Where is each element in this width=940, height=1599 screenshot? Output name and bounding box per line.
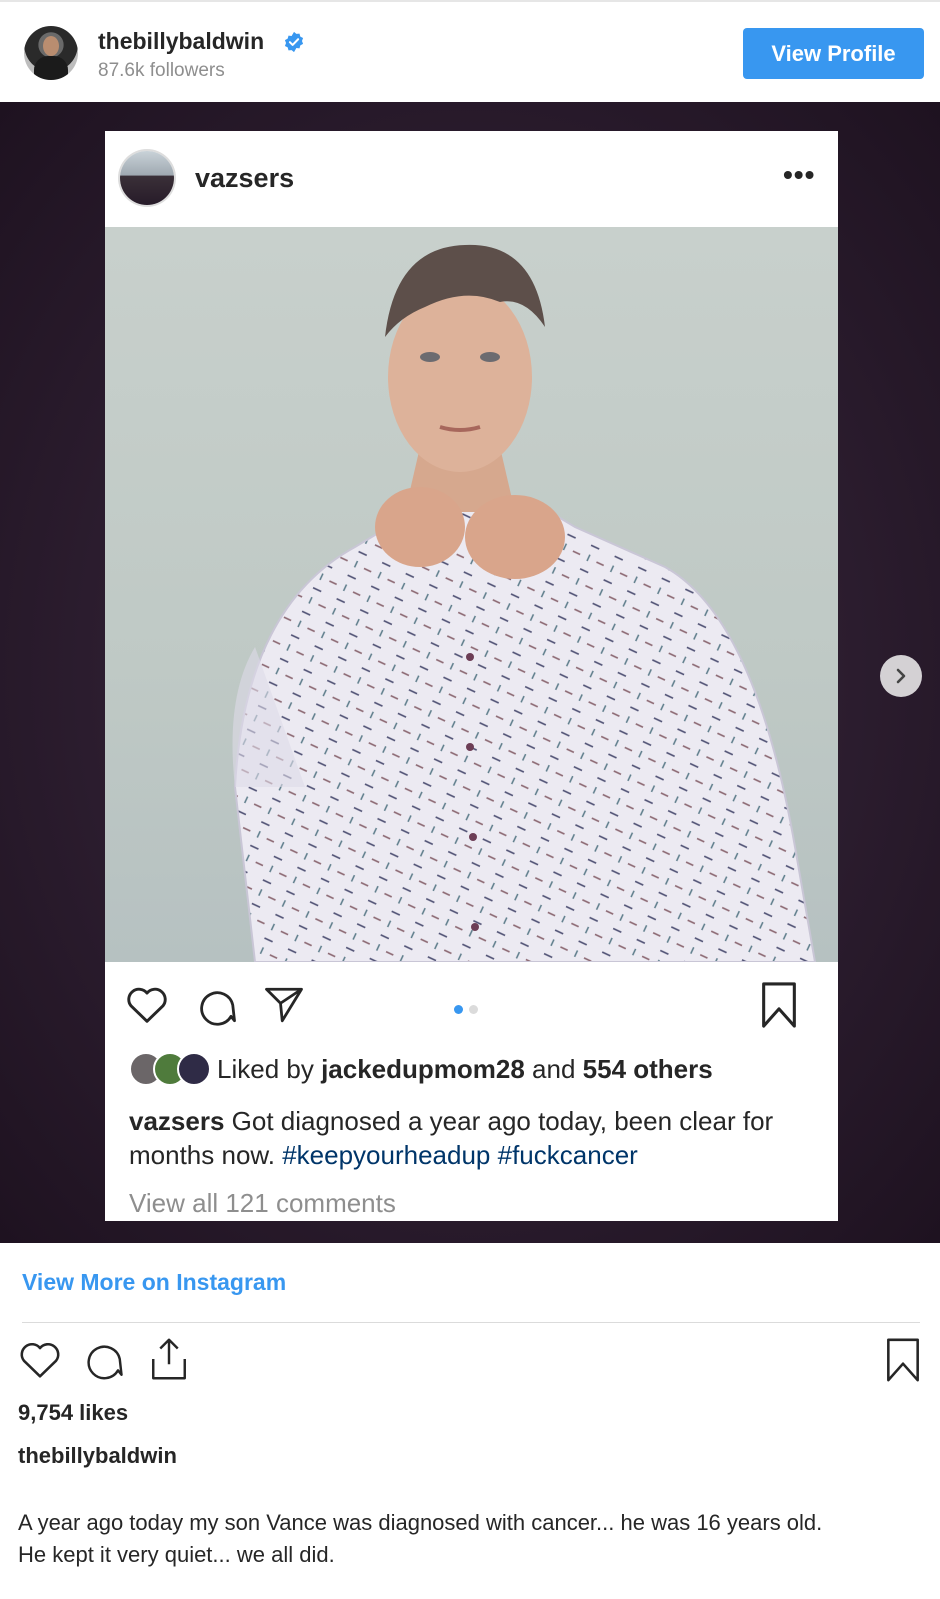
embed-caption: vazsers Got diagnosed a year ago today, … [129, 1104, 819, 1172]
profile-avatar[interactable] [24, 26, 78, 80]
liked-by-text: Liked by jackedupmom28 and 554 others [217, 1054, 713, 1085]
likes-count: 9,754 likes [18, 1400, 129, 1425]
view-profile-button[interactable]: View Profile [743, 28, 924, 79]
avatar-figure [34, 56, 68, 80]
embedded-post-card: vazsers ••• Liked by jackedupmom28 and 5… [105, 131, 838, 1221]
share-upload-icon[interactable] [148, 1336, 190, 1382]
follower-count: 87.6k followers [98, 60, 225, 81]
embed-bookmark-icon[interactable] [759, 982, 799, 1028]
liker-avatar [177, 1052, 211, 1086]
embed-avatar[interactable] [120, 151, 174, 205]
embed-comment-icon[interactable] [195, 984, 239, 1026]
carousel-dot-active [454, 1005, 463, 1014]
embed-like-icon[interactable] [125, 984, 169, 1024]
avatar-face [43, 36, 59, 56]
chevron-right-icon [896, 668, 906, 684]
caption-username[interactable]: vazsers [129, 1106, 224, 1136]
post-photo[interactable] [105, 227, 838, 962]
post-caption: A year ago today my son Vance was diagno… [18, 1507, 898, 1571]
like-icon[interactable] [18, 1339, 62, 1379]
embed-username[interactable]: vazsers [195, 163, 294, 194]
embedded-media: vazsers ••• Liked by jackedupmom28 and 5… [0, 102, 940, 1243]
bookmark-icon[interactable] [884, 1338, 922, 1382]
photo-illustration [232, 244, 817, 962]
embed-share-icon[interactable] [262, 984, 306, 1026]
hashtag-link[interactable]: #fuckcancer [498, 1140, 638, 1170]
hashtag-link[interactable]: #keepyourheadup [282, 1140, 490, 1170]
profile-username[interactable]: thebillybaldwin [98, 28, 264, 55]
more-options-icon[interactable]: ••• [783, 159, 815, 191]
post-header: thebillybaldwin 87.6k followers View Pro… [0, 2, 940, 102]
embed-actions: Liked by jackedupmom28 and 554 others va… [105, 962, 838, 1221]
caption-line: He kept it very quiet... we all did. [18, 1542, 335, 1567]
liked-by-others[interactable]: 554 others [583, 1054, 713, 1084]
carousel-dot [469, 1005, 478, 1014]
post-owner-username[interactable]: thebillybaldwin [18, 1443, 177, 1469]
liker-avatars [129, 1052, 215, 1086]
liked-by-prefix: Liked by [217, 1054, 322, 1084]
caption-line: A year ago today my son Vance was diagno… [18, 1510, 823, 1535]
carousel-next-button[interactable] [880, 655, 922, 697]
carousel-indicator [454, 1001, 484, 1019]
liked-by-user[interactable]: jackedupmom28 [321, 1054, 525, 1084]
verified-badge-icon [284, 31, 304, 53]
comment-icon[interactable] [82, 1338, 126, 1380]
liked-by-and: and [524, 1054, 583, 1084]
view-more-on-instagram-link[interactable]: View More on Instagram [22, 1269, 286, 1296]
divider [22, 1322, 920, 1323]
view-all-comments-link[interactable]: View all 121 comments [129, 1188, 396, 1219]
